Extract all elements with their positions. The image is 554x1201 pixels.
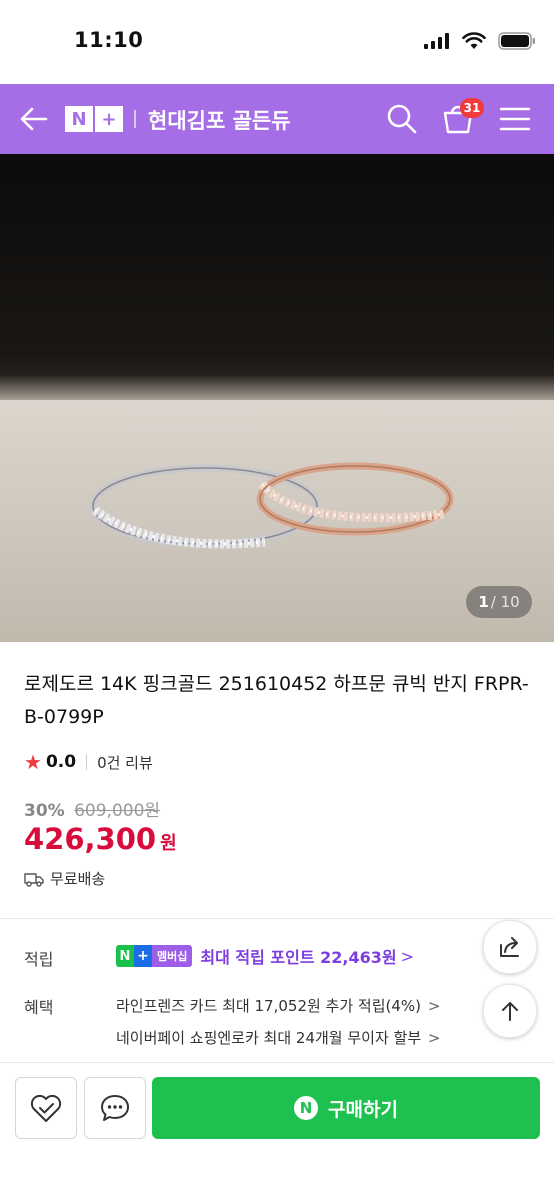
naver-plus-logo[interactable]: N + xyxy=(65,106,125,132)
benefit-installment-offer[interactable]: 네이버페이 쇼핑엔로카 최대 24개월 무이자 할부 > xyxy=(116,1027,441,1048)
review-count-link[interactable]: 0건 리뷰 xyxy=(97,752,153,773)
rating-score: 0.0 xyxy=(45,752,77,772)
star-icon: ★ xyxy=(24,750,42,774)
benefit-card-offer[interactable]: 라인프렌즈 카드 최대 17,052원 추가 적립(4%) > xyxy=(116,995,440,1016)
product-image-carousel[interactable]: 1 / 10 xyxy=(0,154,554,642)
image-counter: 1 / 10 xyxy=(466,586,532,618)
menu-button[interactable] xyxy=(499,106,531,132)
chat-bubble-icon xyxy=(101,1095,129,1121)
wifi-icon xyxy=(462,32,486,49)
buy-button-label: 구매하기 xyxy=(328,1098,398,1121)
sale-price: 426,300 원 xyxy=(24,822,177,856)
discount-rate: 30% xyxy=(24,801,65,821)
rating-separator xyxy=(86,754,88,770)
badge-plus: + xyxy=(134,945,152,967)
product-title: 로제도르 14K 핑크골드 251610452 하프문 큐빅 반지 FRPR-B… xyxy=(24,673,529,728)
sale-price-amount: 426,300 xyxy=(24,822,157,856)
hamburger-menu-icon xyxy=(499,107,531,131)
original-price: 609,000원 xyxy=(74,801,161,821)
arrow-up-icon xyxy=(502,1002,518,1021)
product-rings-image xyxy=(89,462,454,549)
talktalk-button[interactable] xyxy=(84,1077,146,1139)
signal-icon xyxy=(424,33,449,49)
status-icons xyxy=(424,32,536,50)
wishlist-button[interactable] xyxy=(15,1077,77,1139)
cart-count-badge: 31 xyxy=(460,98,484,118)
points-label: 적립 xyxy=(24,950,54,969)
discount-row: 30% 609,000원 xyxy=(24,796,160,821)
chevron-right-icon: > xyxy=(427,1029,441,1047)
badge-membership: 멤버십 xyxy=(152,945,193,967)
chevron-right-icon: > xyxy=(400,946,414,966)
logo-plus: + xyxy=(95,106,123,132)
benefit-card-text: 라인프렌즈 카드 최대 17,052원 추가 적립(4%) xyxy=(116,997,422,1015)
shipping-text: 무료배송 xyxy=(50,870,106,888)
max-points-link[interactable]: N + 멤버십 최대 적립 포인트 22,463원 > xyxy=(116,944,414,968)
buy-button[interactable]: N 구매하기 xyxy=(152,1077,540,1139)
share-button[interactable] xyxy=(483,920,537,974)
shipping-info: 무료배송 xyxy=(24,868,105,889)
share-icon xyxy=(500,937,519,957)
truck-icon xyxy=(24,872,44,887)
naver-pay-icon: N xyxy=(294,1096,319,1120)
arrow-left-icon xyxy=(20,107,48,131)
image-counter-total: / 10 xyxy=(490,593,520,611)
logo-divider xyxy=(134,110,136,128)
scroll-top-button[interactable] xyxy=(483,984,537,1038)
heart-check-icon xyxy=(30,1094,62,1122)
search-button[interactable] xyxy=(386,103,418,135)
image-counter-current: 1 xyxy=(478,593,489,611)
benefit-installment-text: 네이버페이 쇼핑엔로카 최대 24개월 무이자 할부 xyxy=(116,1029,422,1047)
section-divider xyxy=(0,918,554,919)
sale-price-unit: 원 xyxy=(160,833,177,854)
rating-row: ★ 0.0 0건 리뷰 xyxy=(24,750,153,774)
back-button[interactable] xyxy=(18,104,50,134)
benefit-label: 혜택 xyxy=(24,998,54,1017)
naver-membership-badge: N + 멤버십 xyxy=(116,945,193,967)
status-time: 11:10 xyxy=(74,28,144,52)
store-name[interactable]: 현대김포 골든듀 xyxy=(148,105,291,135)
badge-n: N xyxy=(116,945,134,967)
chevron-right-icon: > xyxy=(427,997,441,1015)
logo-n: N xyxy=(65,106,93,132)
search-icon xyxy=(387,104,417,134)
battery-icon xyxy=(498,32,535,50)
app-header: N + 현대김포 골든듀 31 xyxy=(0,84,554,154)
status-bar: 11:10 xyxy=(0,0,554,84)
max-points-text: 최대 적립 포인트 22,463원 xyxy=(200,948,397,967)
bottom-action-bar: N 구매하기 xyxy=(0,1062,554,1201)
